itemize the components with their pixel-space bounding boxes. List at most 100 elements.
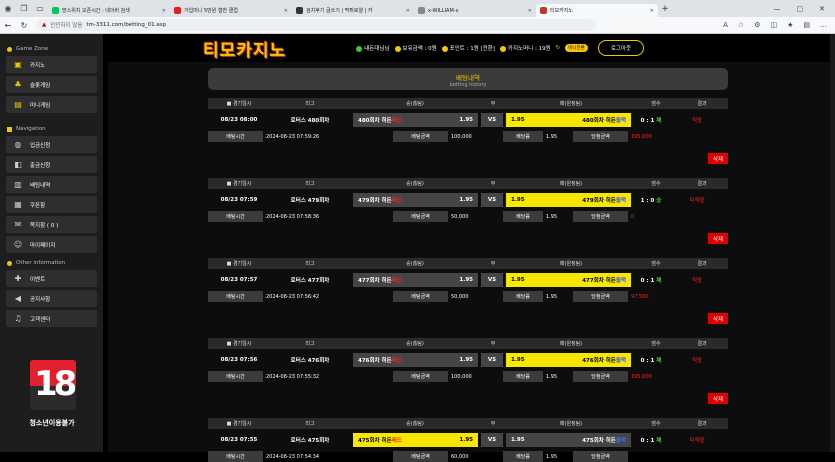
user-icon [356, 46, 362, 52]
refresh-icon[interactable]: ↻ [556, 45, 561, 51]
sidebar-item[interactable]: ✉쪽지함 ( 0 ) [6, 216, 97, 233]
sidebar-item-label: 고객센터 [30, 315, 50, 323]
win-amount-value: 97,500 [628, 294, 688, 300]
score-mark: 패 [656, 278, 661, 284]
match-date: 08/23 07:59 [208, 197, 270, 203]
away-team-name: 479회차 히든 [582, 198, 616, 204]
home-team-label: 477회차 히든레드 [358, 276, 402, 284]
delete-button[interactable]: 삭제 [708, 233, 728, 244]
home-odds: 1.95 [459, 197, 473, 203]
draw-option[interactable]: VS [481, 273, 503, 287]
score-mark: 패 [656, 358, 661, 364]
bet-amount-label: 배팅금액 [393, 291, 448, 302]
home-team-option[interactable]: 477회차 히든레드 1.95 [353, 273, 478, 287]
points[interactable]: 포인트 : 1원 [전환] [442, 44, 495, 52]
draw-option[interactable]: VS [481, 433, 503, 447]
bet-time-label: 배팅시간 [208, 371, 263, 382]
bet-detail-row: 배팅시간2024-08-23 07:56:42배팅금액50,000배당률1.95… [208, 291, 728, 302]
vs-label: VS [488, 197, 496, 203]
bet-header-row: ■ 경기일시리그승(홈팀)무패(원정팀)점수결과 [208, 338, 728, 349]
sidebar-item[interactable]: ◧출금신청 [6, 156, 97, 173]
delete-button[interactable]: 삭제 [708, 393, 728, 404]
bet-header-row: ■ 경기일시리그승(홈팀)무패(원정팀)점수결과 [208, 98, 728, 109]
back-button[interactable]: ← [0, 21, 16, 30]
home-tag: 레드 [392, 278, 402, 284]
maximize-button[interactable]: ▢ [797, 5, 804, 13]
split-screen-icon[interactable]: ◫ [770, 21, 777, 29]
vs-label: VS [488, 437, 496, 443]
reload-button[interactable]: ↻ [16, 21, 32, 30]
address-bar-row: ← ↻ ▲ 안전하지 않음 tm-3311.com/betting_01.asp… [0, 17, 835, 34]
extensions-icon[interactable]: ⚙ [754, 21, 760, 29]
close-tab-icon[interactable]: ✕ [284, 8, 288, 14]
close-tab-icon[interactable]: ✕ [406, 8, 410, 14]
draw-option[interactable]: VS [481, 113, 503, 127]
home-odds: 1.95 [459, 277, 473, 283]
sidebar-item[interactable]: ☺마이페이지 [6, 236, 97, 253]
sidebar-item-label: 미니게임 [30, 101, 50, 109]
away-team-name: 480회차 히든 [582, 118, 616, 124]
favorite-icon[interactable]: ☆ [738, 21, 744, 29]
away-team-option[interactable]: 1.95479회차 히든블랙 [506, 193, 631, 207]
home-odds: 1.95 [459, 117, 473, 123]
deposit-icon: ◍ [13, 140, 23, 149]
away-tag: 블랙 [616, 118, 626, 124]
minimize-button[interactable]: — [774, 5, 781, 13]
favorites-bar-icon[interactable]: ★ [787, 21, 793, 29]
away-team-option[interactable]: 1.95475회차 히든블랙 [506, 433, 631, 447]
sidebar-item[interactable]: ▦쿠폰함 [6, 196, 97, 213]
away-team-option[interactable]: 1.95477회차 히든블랙 [506, 273, 631, 287]
browser-tab[interactable]: 가입머니 5만원 협찬 클럽✕ [170, 4, 292, 17]
close-tab-icon[interactable]: ✕ [650, 8, 654, 14]
sidebar-item[interactable]: ◀공지사항 [6, 290, 97, 307]
new-tab-button[interactable]: + [658, 4, 672, 14]
delete-button[interactable]: 삭제 [708, 313, 728, 324]
browser-tab[interactable]: 망스위치 오픈시간 : 네이버 검색✕ [48, 4, 170, 17]
delete-button[interactable]: 삭제 [708, 153, 728, 164]
sidebar-item-label: 입금신청 [30, 141, 50, 149]
bet-amount-label: 배팅금액 [393, 211, 448, 222]
sidebar-item[interactable]: ◍ 입금신청 [6, 136, 97, 153]
read-aloud-icon[interactable]: A [723, 21, 728, 29]
settings-more-icon[interactable]: … [820, 21, 827, 29]
coin-icon [500, 46, 506, 52]
profile-icon[interactable]: ◉ [0, 4, 16, 13]
sidebar-item[interactable]: ♫고객센터 [6, 310, 97, 327]
collections-icon[interactable]: ▤ [803, 21, 810, 29]
bet-amount-value: 100,000 [448, 134, 503, 140]
sidebar-item[interactable]: ✚이벤트 [6, 270, 97, 287]
sidebar-item[interactable]: ▥배팅내역 [6, 176, 97, 193]
close-tab-icon[interactable]: ✕ [528, 8, 532, 14]
home-team-option[interactable]: 476회차 히든레드1.95 [353, 353, 478, 367]
browser-tab[interactable]: x-WILLIAM-x✕ [414, 4, 536, 17]
home-team-option[interactable]: 480회차 히든레드1.95 [353, 113, 478, 127]
address-bar[interactable]: ▲ 안전하지 않음 tm-3311.com/betting_01.asp [36, 19, 596, 31]
browser-tab[interactable]: 티모카지노✕ [536, 4, 658, 17]
scrollbar[interactable] [830, 34, 835, 452]
sidebar-item[interactable]: ♣슬롯게임 [6, 76, 97, 93]
sidebar-item[interactable]: ▤미니게임 [6, 96, 97, 113]
draw-option[interactable]: VS [481, 193, 503, 207]
away-team-option[interactable]: 1.95 480회차 히든블랙 [506, 113, 631, 127]
coupon-icon: ▦ [13, 200, 23, 209]
away-odds: 1.95 [511, 117, 525, 123]
home-team-option[interactable]: 479회차 히든레드1.95 [353, 193, 478, 207]
away-team-option[interactable]: 1.95476회차 히든블랙 [506, 353, 631, 367]
tab-actions-icon[interactable]: ▭ [32, 4, 48, 13]
home-team-option[interactable]: 475회차 히든레드1.95 [353, 433, 478, 447]
site-logo[interactable]: 티모카지노 [203, 36, 286, 61]
home-odds: 1.95 [459, 437, 473, 443]
close-tab-icon[interactable]: ✕ [162, 8, 166, 14]
draw-option[interactable]: VS [481, 353, 503, 367]
logout-button[interactable]: 로그아웃 [598, 40, 644, 56]
workspaces-icon[interactable]: ❐ [16, 4, 32, 13]
bet-time-value: 2024-08-23 07:59:26 [263, 134, 393, 140]
bet-match-row: 08/23 07:57로터스 477회차477회차 히든레드1.95VS1.95… [208, 272, 728, 288]
sidebar-item[interactable]: ▣카지노 [6, 56, 97, 73]
column-header: ■ 경기일시 [208, 340, 270, 347]
mini-convert-button[interactable]: 미니전환 [565, 44, 588, 52]
close-window-button[interactable]: ✕ [819, 5, 825, 13]
score: 1 : 0 승 [631, 196, 671, 204]
coin-icon [442, 46, 448, 52]
browser-tab[interactable]: 검치후기 글쓰기 | 먹튀로얄 | 카✕ [292, 4, 414, 17]
